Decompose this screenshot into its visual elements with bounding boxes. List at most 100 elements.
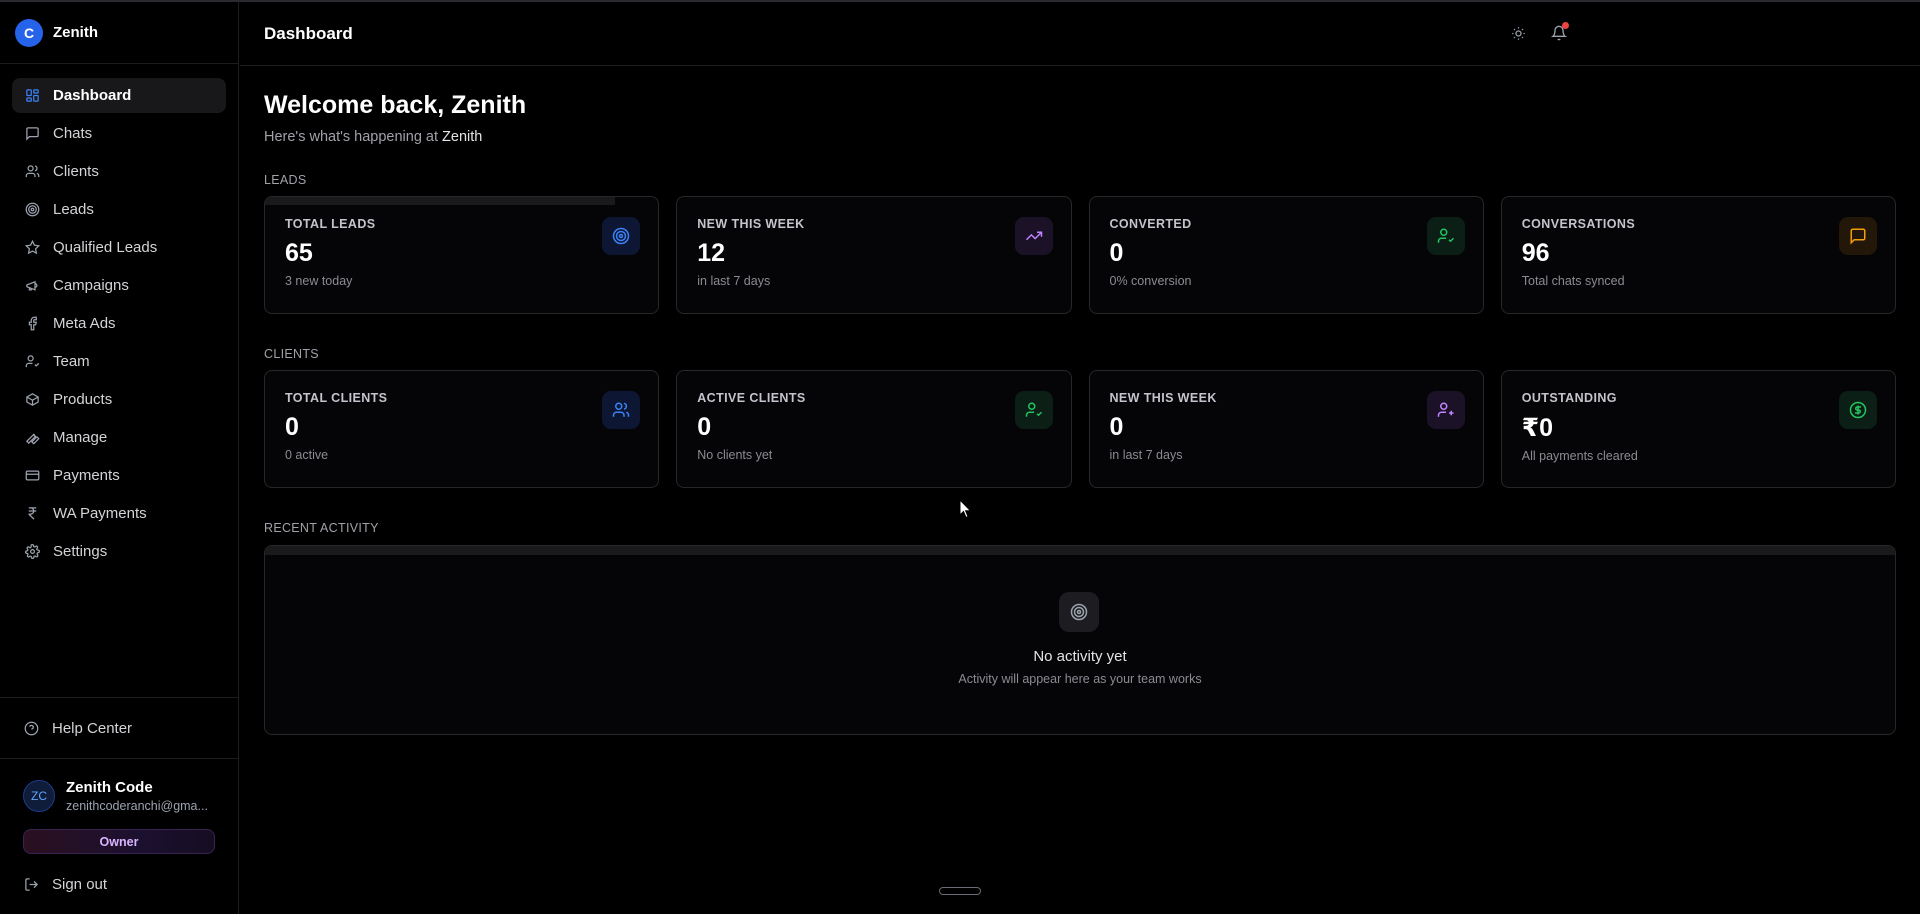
leads-section-label: LEADS <box>264 173 307 187</box>
sidebar-item-label: Chats <box>53 125 93 142</box>
sidebar-item-label: Clients <box>53 163 99 180</box>
drag-handle[interactable] <box>939 887 981 895</box>
card-subtext: in last 7 days <box>1109 448 1183 462</box>
user-check-icon <box>24 354 40 370</box>
stat-card-active-clients[interactable]: ACTIVE CLIENTS 0 No clients yet <box>676 370 1072 488</box>
sidebar-item-qualified-leads[interactable]: Qualified Leads <box>12 230 226 265</box>
recent-activity-section-label: RECENT ACTIVITY <box>264 521 379 535</box>
log-out-icon <box>24 877 39 892</box>
stat-card-converted[interactable]: CONVERTED 0 0% conversion <box>1088 196 1484 314</box>
role-badge: Owner <box>23 829 215 854</box>
mouse-cursor-icon <box>959 498 972 524</box>
user-profile[interactable]: ZC Zenith Code zenithcoderanchi@gma... <box>0 759 238 813</box>
sign-out-button[interactable]: Sign out <box>0 854 238 914</box>
sun-icon <box>1511 26 1526 41</box>
sidebar-nav: Dashboard Chats Clients Leads Qualified … <box>0 64 238 569</box>
target-icon <box>602 217 641 255</box>
sidebar-footer: Help Center ZC Zenith Code zenithcoderan… <box>0 697 238 914</box>
sidebar-item-clients[interactable]: Clients <box>12 154 226 189</box>
sidebar-item-dashboard[interactable]: Dashboard <box>12 78 226 113</box>
message-square-icon <box>1839 217 1877 255</box>
card-subtext: All payments cleared <box>1521 449 1638 463</box>
sidebar-item-team[interactable]: Team <box>12 344 226 379</box>
sidebar-item-label: Campaigns <box>53 277 129 294</box>
star-icon <box>24 240 40 256</box>
sidebar-item-label: Qualified Leads <box>53 239 158 256</box>
gear-icon <box>24 544 40 560</box>
top-header: Dashboard <box>240 2 1920 66</box>
sidebar-item-label: Manage <box>53 429 108 446</box>
target-icon <box>24 202 40 218</box>
sign-out-label: Sign out <box>52 875 108 893</box>
user-check-icon <box>1426 217 1465 255</box>
wrench-icon <box>24 430 40 446</box>
megaphone-icon <box>24 278 40 294</box>
subtitle-prefix: Here's what's happening at <box>264 129 439 145</box>
theme-toggle-button[interactable] <box>1507 22 1529 44</box>
sidebar-item-campaigns[interactable]: Campaigns <box>12 268 226 303</box>
facebook-icon <box>24 316 40 332</box>
message-square-icon <box>24 126 40 142</box>
brand-name: Zenith <box>53 24 98 41</box>
empty-state-subtitle: Activity will appear here as your team w… <box>958 672 1202 686</box>
stat-card-total-leads[interactable]: TOTAL LEADS 65 3 new today <box>264 196 660 314</box>
credit-card-icon <box>24 468 40 484</box>
user-name: Zenith Code <box>66 779 153 796</box>
sidebar-item-manage[interactable]: Manage <box>12 420 226 455</box>
clients-cards: TOTAL CLIENTS 0 0 active ACTIVE CLIENTS … <box>264 370 1896 488</box>
user-email: zenithcoderanchi@gma... <box>66 799 208 813</box>
users-icon <box>602 391 641 429</box>
target-icon <box>1059 592 1099 632</box>
package-icon <box>24 392 40 408</box>
users-icon <box>24 164 40 180</box>
recent-activity-panel: No activity yet Activity will appear her… <box>264 545 1896 735</box>
stat-card-new-this-week-leads[interactable]: NEW THIS WEEK 12 in last 7 days <box>676 196 1072 314</box>
avatar: ZC <box>23 780 55 812</box>
help-center-label: Help Center <box>52 719 133 737</box>
sidebar-item-meta-ads[interactable]: Meta Ads <box>12 306 226 341</box>
sidebar-item-label: Settings <box>53 543 108 560</box>
sidebar-item-settings[interactable]: Settings <box>12 534 226 569</box>
stat-card-new-this-week-clients[interactable]: NEW THIS WEEK 0 in last 7 days <box>1088 370 1484 488</box>
sidebar-item-label: Dashboard <box>53 87 132 104</box>
card-subtext: in last 7 days <box>697 274 771 288</box>
sidebar-item-products[interactable]: Products <box>12 382 226 417</box>
brand[interactable]: C Zenith <box>0 2 238 64</box>
notification-dot <box>1562 22 1569 29</box>
clients-section-label: CLIENTS <box>264 347 319 361</box>
grid-icon <box>24 88 40 104</box>
card-subtext: 0% conversion <box>1109 274 1192 288</box>
leads-cards: TOTAL LEADS 65 3 new today NEW THIS WEEK… <box>264 196 1896 314</box>
sidebar-item-label: Payments <box>53 467 120 484</box>
help-circle-icon <box>24 721 39 736</box>
rupee-icon <box>24 506 40 522</box>
card-subtext: 3 new today <box>285 274 353 288</box>
stat-card-total-clients[interactable]: TOTAL CLIENTS 0 0 active <box>264 370 660 488</box>
sidebar-item-leads[interactable]: Leads <box>12 192 226 227</box>
sidebar-item-wa-payments[interactable]: WA Payments <box>12 496 226 531</box>
welcome-subtitle: Here's what's happening at Zenith <box>264 129 1896 145</box>
card-subtext: 0 active <box>285 448 329 462</box>
stat-card-conversations[interactable]: CONVERSATIONS 96 Total chats synced <box>1500 196 1896 314</box>
notifications-button[interactable] <box>1548 22 1570 44</box>
help-center-link[interactable]: Help Center <box>0 697 238 759</box>
sidebar-item-label: WA Payments <box>53 505 147 522</box>
sidebar-item-label: Products <box>53 391 113 408</box>
sidebar-item-label: Meta Ads <box>53 315 116 332</box>
sidebar-item-label: Leads <box>53 201 94 218</box>
card-subtext: Total chats synced <box>1521 274 1625 288</box>
sidebar-item-payments[interactable]: Payments <box>12 458 226 493</box>
sidebar-item-label: Team <box>53 353 90 370</box>
loading-bar <box>265 197 615 205</box>
page-title: Dashboard <box>264 23 353 43</box>
trending-up-icon <box>1014 217 1053 255</box>
brand-logo: C <box>15 18 43 47</box>
main-content: Welcome back, Zenith Here's what's happe… <box>264 66 1896 735</box>
sidebar-item-chats[interactable]: Chats <box>12 116 226 151</box>
stat-card-outstanding[interactable]: OUTSTANDING ₹0 All payments cleared <box>1500 370 1896 488</box>
empty-state-title: No activity yet <box>1033 648 1127 665</box>
subtitle-org: Zenith <box>442 129 483 145</box>
loading-bar <box>265 546 1895 555</box>
welcome-heading: Welcome back, Zenith <box>264 91 527 119</box>
dollar-circle-icon <box>1839 391 1877 429</box>
